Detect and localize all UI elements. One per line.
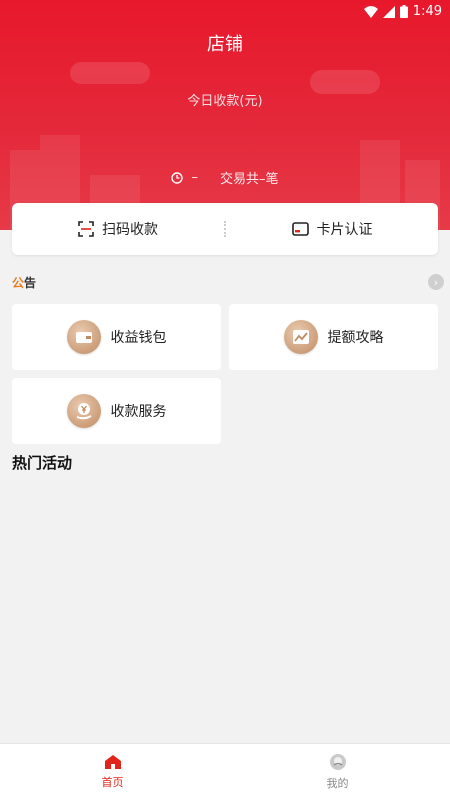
wallet-icon <box>66 320 101 354</box>
card-verify-label: 卡片认证 <box>316 222 373 238</box>
wallet-tile[interactable]: 收益钱包 <box>12 304 221 370</box>
home-icon <box>104 755 121 769</box>
battery-icon <box>399 5 408 18</box>
notice-badge-right: 告 <box>24 275 37 290</box>
card-icon <box>291 222 309 236</box>
scan-payment-label: 扫码收款 <box>102 222 158 238</box>
status-bar: 1:49 <box>0 0 450 24</box>
tab-home[interactable]: 首页 <box>0 744 225 800</box>
limit-guide-label: 提额攻略 <box>327 330 384 346</box>
hot-activities-title: 热门活动 <box>12 454 73 472</box>
trade-summary: – 交易共–笔 <box>0 168 450 187</box>
notice-bar[interactable]: 公 告 › <box>12 270 444 294</box>
wifi-icon <box>363 5 378 18</box>
notice-badge: 公 告 <box>12 274 36 291</box>
bottom-nav: 首页 我的 <box>0 743 450 800</box>
yen-hand-icon <box>66 394 101 428</box>
quick-actions-card: 扫码收款 卡片认证 <box>12 203 438 255</box>
wallet-label: 收益钱包 <box>110 330 167 346</box>
status-indicators: 1:49 <box>363 4 442 19</box>
trade-count-label: 交易共–笔 <box>219 172 279 187</box>
limit-guide-tile[interactable]: 提额攻略 <box>229 304 438 370</box>
tab-home-label: 首页 <box>101 776 124 789</box>
page-title: 店铺 <box>207 34 243 55</box>
signal-icon <box>382 5 395 18</box>
payment-service-label: 收款服务 <box>110 404 167 420</box>
header-banner: 1:49 店铺 今日收款(元) – 交易共–笔 <box>0 0 450 230</box>
today-income-label: 今日收款(元) <box>187 94 263 109</box>
chevron-right-icon[interactable]: › <box>428 274 444 290</box>
clock-icon <box>171 171 184 184</box>
scan-payment-button[interactable]: 扫码收款 <box>12 203 224 255</box>
notice-badge-left: 公 <box>12 275 25 290</box>
payment-service-tile[interactable]: 收款服务 <box>12 378 221 444</box>
trade-value: – <box>191 170 198 185</box>
status-time: 1:49 <box>412 4 442 19</box>
tab-profile-label: 我的 <box>326 777 349 790</box>
tab-profile[interactable]: 我的 <box>225 744 450 800</box>
profile-icon <box>329 754 346 770</box>
card-verify-button[interactable]: 卡片认证 <box>226 203 438 255</box>
scan-icon <box>78 221 94 237</box>
trend-icon <box>283 320 318 354</box>
cloud-decoration <box>70 62 150 84</box>
